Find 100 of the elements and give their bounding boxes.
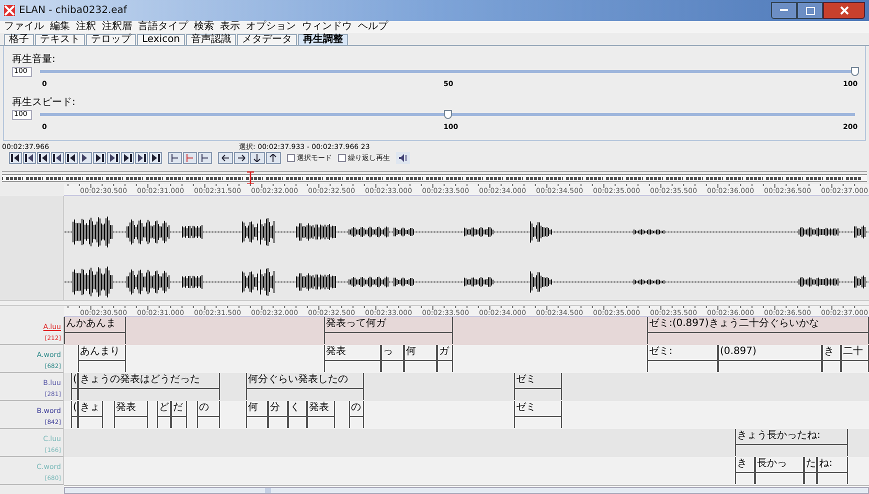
annotation[interactable]: だ [171,401,187,428]
slider-thumb[interactable] [851,67,859,76]
annotation[interactable]: (0.897) [718,345,822,372]
menu-item[interactable]: 編集 [50,21,70,32]
transport-button[interactable] [23,152,36,164]
annotation[interactable]: あんまり [78,345,126,372]
transport-button[interactable] [135,152,148,164]
media-control-icon [151,154,160,162]
annotation[interactable]: きょ [78,401,103,428]
annotation[interactable]: 何 [246,401,268,428]
arrow-button[interactable] [234,152,249,164]
transport-button[interactable] [107,152,120,164]
selection-icon [186,154,194,162]
close-icon [840,6,848,16]
volume-button[interactable] [396,152,410,164]
annotation[interactable]: の [349,401,364,428]
arrow-button[interactable] [218,152,233,164]
cursor-icon [246,171,255,186]
slider-label: 再生スピード: [12,96,76,108]
app-logo-icon [4,5,15,16]
arrow-icon [269,154,278,162]
menu-item[interactable]: 検索 [194,21,214,32]
media-control-icon [11,154,20,162]
tab[interactable]: メタデータ [237,34,298,45]
tab[interactable]: 音声認識 [186,34,236,45]
transport-button[interactable] [37,152,50,164]
annotation[interactable]: ゼミ [514,373,562,400]
close-button[interactable] [823,2,865,20]
annotation[interactable]: 発表 [114,401,148,428]
maximize-icon [806,6,814,15]
media-control-icon [39,154,48,162]
menu-item[interactable]: 表示 [220,21,240,32]
annotation[interactable]: 発表 [324,345,381,372]
selection-button[interactable] [198,152,212,164]
annotation[interactable]: ( [71,401,78,428]
annotation[interactable]: ど [157,401,171,428]
annotation[interactable]: きょうの発表はどうだった [78,373,220,400]
arrow-button[interactable] [266,152,281,164]
arrow-button[interactable] [250,152,265,164]
selection-button[interactable] [168,152,182,164]
transport-button[interactable] [51,152,64,164]
annotation[interactable]: 二十 [841,345,869,372]
media-control-icon [25,154,34,162]
scrollbar-thumb[interactable] [265,488,271,493]
annotation[interactable]: ゼミ:(0.897)きょう二十分ぐらいかな [647,317,869,344]
transport-button[interactable] [9,152,22,164]
annotation[interactable]: 発表 [307,401,335,428]
annotation[interactable]: き [822,345,841,372]
annotation[interactable]: ( [71,373,78,400]
transport-button[interactable] [93,152,106,164]
menu-item[interactable]: 注釈 [76,21,96,32]
annotation[interactable]: の [197,401,220,428]
annotation[interactable]: っ [381,345,404,372]
menu-item[interactable]: ウィンドウ [302,21,352,32]
tab[interactable]: テロップ [86,34,136,45]
tab[interactable]: Lexicon [137,34,186,45]
tab[interactable]: 格子 [4,34,34,45]
slider-thumb[interactable] [444,110,452,120]
media-control-icon [109,154,118,162]
checkbox[interactable] [287,154,295,162]
selection-icon [171,154,179,162]
menu-item[interactable]: ヘルプ [358,21,388,32]
minimize-button[interactable] [771,2,797,20]
transport-button[interactable] [79,152,92,164]
window-title: ELAN - chiba0232.eaf [19,4,127,18]
selection-icon [201,154,209,162]
annotation[interactable]: ゼミ [514,401,562,428]
scrollbar-track[interactable] [64,486,869,494]
transport-button[interactable] [149,152,162,164]
menu-item[interactable]: 注釈層 [102,21,132,32]
annotation[interactable]: 分 [268,401,288,428]
annotation[interactable]: ゼミ: [647,345,718,372]
annotation[interactable]: 発表って何ガ [324,317,453,344]
maximize-button[interactable] [797,2,823,20]
menu-item[interactable]: オプション [246,21,296,32]
media-control-icon [67,154,76,162]
annotation[interactable]: 何分ぐらい発表したの [246,373,364,400]
arrow-icon [237,154,246,162]
slider-track[interactable] [40,113,855,116]
menu-item[interactable]: 言語タイプ [138,21,188,32]
slider-label: 再生音量: [12,54,56,65]
tab[interactable]: テキスト [35,34,85,45]
selection-button[interactable] [183,152,197,164]
transport-button[interactable] [121,152,134,164]
annotation[interactable]: た [804,457,817,484]
minimize-icon [780,9,788,12]
annotation[interactable]: んかあんま [64,317,126,344]
menu-item[interactable]: ファイル [4,21,44,32]
annotation[interactable]: く [288,401,307,428]
tab[interactable]: 再生調整 [298,34,348,45]
annotation[interactable]: 何 [404,345,437,372]
annotation[interactable]: ね: [817,457,848,484]
annotation[interactable]: き [735,457,755,484]
annotation[interactable]: きょう長かったね: [735,429,848,456]
annotation[interactable]: 長かっ [755,457,804,484]
annotation[interactable]: ガ [437,345,453,372]
arrow-icon [253,154,262,162]
media-control-icon [137,154,146,162]
transport-button[interactable] [65,152,78,164]
checkbox[interactable] [338,154,346,162]
